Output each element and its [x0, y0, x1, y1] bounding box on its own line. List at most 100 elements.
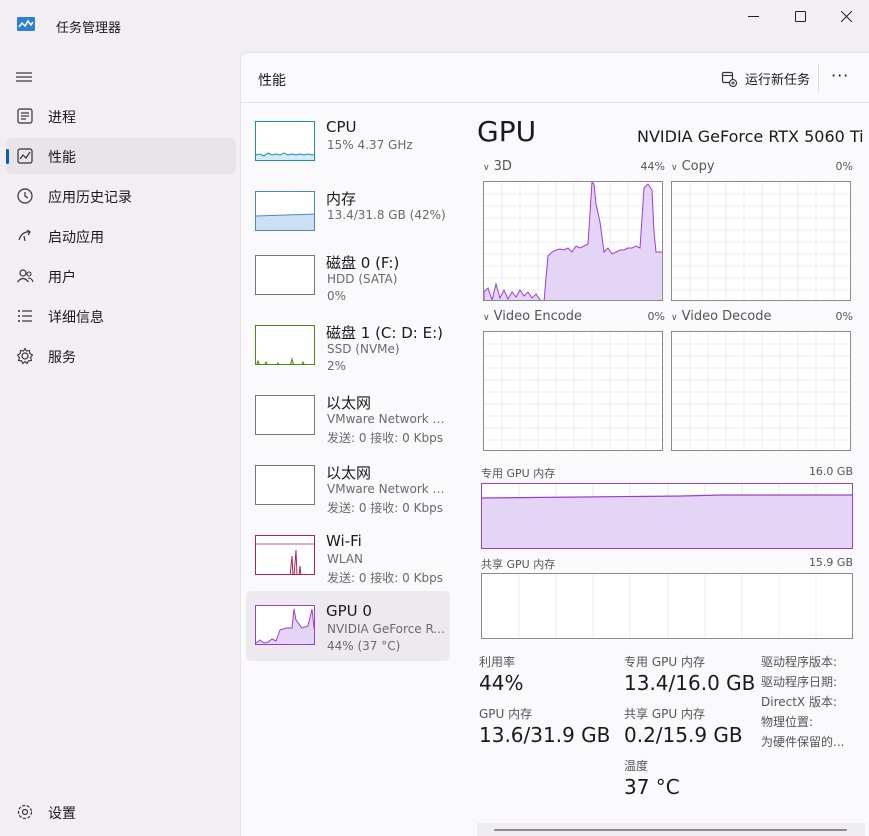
nav-item-users[interactable]: 用户: [6, 258, 236, 294]
nav-item-services[interactable]: 服务: [6, 338, 236, 374]
temperature-value: 37 °C: [624, 775, 680, 799]
nav-item-processes[interactable]: 进程: [6, 98, 236, 134]
device-ethernet-2[interactable]: 以太网 VMware Network Adapter VMnet8 发送: 0 …: [246, 451, 450, 521]
utilization-value: 44%: [479, 671, 524, 695]
menu-icon[interactable]: [14, 69, 34, 85]
engine-selector-video-decode[interactable]: ∨ Video Decode: [671, 309, 772, 324]
directx-version-label: DirectX 版本:: [761, 695, 838, 709]
device-detail: NVIDIA GeForce RTX 5060 Ti: [327, 622, 447, 636]
minimize-icon: [747, 15, 759, 17]
engine-selector-video-encode[interactable]: ∨ Video Encode: [483, 309, 582, 324]
run-new-task-label: 运行新任务: [745, 73, 811, 88]
close-button[interactable]: [823, 0, 869, 32]
nav-item-startup-apps[interactable]: 启动应用: [6, 218, 236, 254]
engine-selector-3d[interactable]: ∨ 3D: [483, 159, 512, 174]
shared-memory-chart: [518, 574, 817, 638]
disk1-sparkline: [256, 357, 305, 364]
chevron-down-icon: ∨: [671, 313, 678, 323]
device-name: 磁盘 1 (C: D: E:): [326, 324, 443, 342]
run-task-icon: [721, 71, 737, 87]
nav-item-app-history[interactable]: 应用历史记录: [6, 178, 236, 214]
device-name: GPU 0: [326, 602, 372, 620]
nav-label-settings: 设置: [48, 806, 76, 822]
engine-percent: 0%: [835, 160, 853, 173]
shared-memory-graph: [481, 573, 853, 639]
device-throughput: 发送: 0 接收: 0 Kbps: [327, 431, 443, 445]
ethernet1-thumbnail-graph: [255, 395, 315, 435]
physical-location-label: 物理位置:: [761, 715, 814, 729]
gpu-memory-value: 13.6/31.9 GB: [479, 723, 611, 747]
ethernet2-thumbnail-graph: [255, 465, 315, 505]
device-disk-0[interactable]: 磁盘 0 (F:) HDD (SATA) 0%: [246, 241, 450, 311]
device-usage: 2%: [327, 359, 347, 373]
device-gpu-0[interactable]: GPU 0 NVIDIA GeForce RTX 5060 Ti 44% (37…: [246, 591, 450, 661]
dedicated-gpu-memory-value: 13.4/16.0 GB: [624, 671, 756, 695]
maximize-button[interactable]: [777, 0, 823, 32]
nav-item-details[interactable]: 详细信息: [6, 298, 236, 334]
shared-memory-max: 15.9 GB: [808, 556, 853, 569]
chevron-down-icon: ∨: [483, 313, 490, 323]
minimize-button[interactable]: [730, 0, 776, 32]
engine-label: Video Encode: [493, 309, 582, 324]
services-icon: [16, 347, 34, 365]
engine-percent: 0%: [835, 310, 853, 323]
close-icon: [840, 10, 852, 22]
engine-label: Video Decode: [681, 309, 772, 324]
chevron-down-icon: ∨: [483, 163, 490, 173]
device-name: 磁盘 0 (F:): [326, 254, 400, 272]
device-name: CPU: [326, 118, 357, 136]
memory-sparkline: [256, 213, 314, 230]
performance-icon: [17, 148, 33, 164]
nav-label-services: 服务: [48, 350, 76, 366]
nav-label-users: 用户: [48, 270, 76, 286]
device-detail: 13.4/31.8 GB (42%): [327, 208, 446, 222]
history-icon: [17, 188, 33, 204]
driver-version-label: 驱动程序版本:: [761, 655, 838, 669]
cpu-sparkline: [256, 152, 314, 160]
nav-item-performance[interactable]: 性能: [6, 138, 236, 174]
memory-thumbnail-graph: [255, 191, 315, 231]
processes-icon: [17, 108, 33, 124]
nav-item-settings[interactable]: 设置: [6, 794, 236, 830]
scrollbar-thumb[interactable]: [494, 829, 847, 831]
hardware-reserved-label: 为硬件保留的...: [761, 735, 845, 749]
dedicated-gpu-memory-label: 专用 GPU 内存: [624, 655, 705, 669]
device-throughput: 发送: 0 接收: 0 Kbps: [327, 571, 443, 585]
content-area: 性能 运行新任务 ··· CPU 15% 4.37 GHz 内存 13.4/31…: [240, 52, 869, 836]
device-detail: 15% 4.37 GHz: [327, 138, 413, 152]
detail-title: GPU: [477, 115, 537, 148]
device-detail: SSD (NVMe): [327, 342, 400, 356]
nav-label-app-history: 应用历史记录: [48, 190, 132, 206]
more-options-button[interactable]: ···: [831, 66, 855, 90]
gpu-model-name: NVIDIA GeForce RTX 5060 Ti: [637, 127, 864, 146]
task-manager-icon: [17, 17, 35, 31]
engine-video-encode-chart: [484, 332, 662, 450]
device-throughput: 发送: 0 接收: 0 Kbps: [327, 501, 443, 515]
device-disk-1[interactable]: 磁盘 1 (C: D: E:) SSD (NVMe) 2%: [246, 311, 450, 381]
device-ethernet-1[interactable]: 以太网 VMware Network Adapter VMnet1 发送: 0 …: [246, 381, 450, 451]
engine-graph-3d: [483, 181, 663, 301]
horizontal-scrollbar[interactable]: [477, 823, 865, 836]
device-detail: HDD (SATA): [327, 272, 398, 286]
device-cpu[interactable]: CPU 15% 4.37 GHz: [246, 107, 450, 177]
engine-label: 3D: [493, 159, 512, 174]
device-name: Wi-Fi: [326, 532, 362, 550]
wifi-thumbnail-graph: [255, 535, 315, 575]
users-icon: [17, 269, 34, 283]
utilization-label: 利用率: [479, 655, 516, 669]
details-icon: [18, 310, 32, 322]
device-wifi[interactable]: Wi-Fi WLAN 发送: 0 接收: 0 Kbps: [246, 521, 450, 591]
shared-gpu-memory-value: 0.2/15.9 GB: [624, 723, 743, 747]
nav-label-details: 详细信息: [48, 310, 104, 326]
device-name: 内存: [326, 190, 357, 208]
engine-percent: 0%: [647, 310, 665, 323]
engine-selector-copy[interactable]: ∨ Copy: [671, 159, 715, 174]
maximize-icon: [794, 10, 806, 22]
device-name: 以太网: [326, 464, 372, 482]
shared-memory-label: 共享 GPU 内存: [481, 558, 556, 571]
run-new-task-button[interactable]: 运行新任务: [721, 69, 810, 88]
selection-indicator: [6, 149, 9, 164]
device-memory[interactable]: 内存 13.4/31.8 GB (42%): [246, 177, 450, 247]
disk1-thumbnail-graph: [255, 325, 315, 365]
device-detail: WLAN: [327, 552, 364, 566]
